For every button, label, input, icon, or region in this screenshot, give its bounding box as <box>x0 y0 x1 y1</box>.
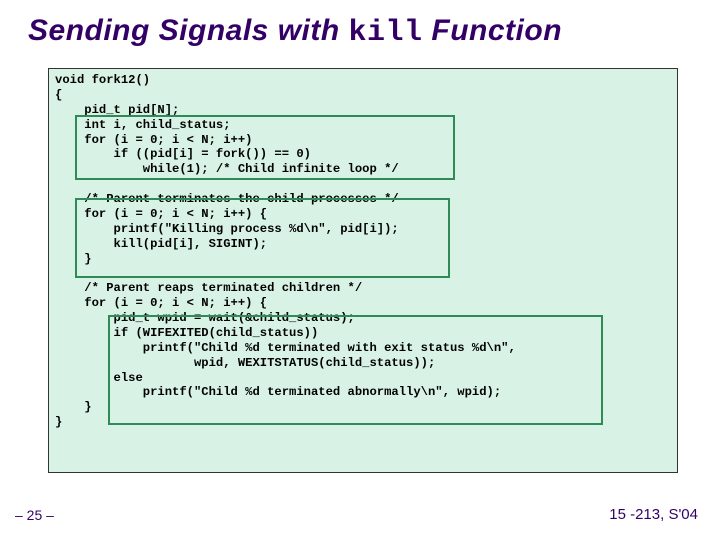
course-label: 15 -213, S'04 <box>609 506 698 523</box>
page-number: – 25 – <box>15 507 54 523</box>
title-pre: Sending Signals with <box>28 14 349 47</box>
highlight-box-2 <box>75 198 450 278</box>
title-mono: kill <box>349 16 423 50</box>
highlight-box-1 <box>75 115 455 180</box>
highlight-box-3 <box>108 315 603 425</box>
slide-title: Sending Signals with kill Function <box>0 0 720 50</box>
slide: Sending Signals with kill Function void … <box>0 0 720 540</box>
title-post: Function <box>423 14 562 47</box>
